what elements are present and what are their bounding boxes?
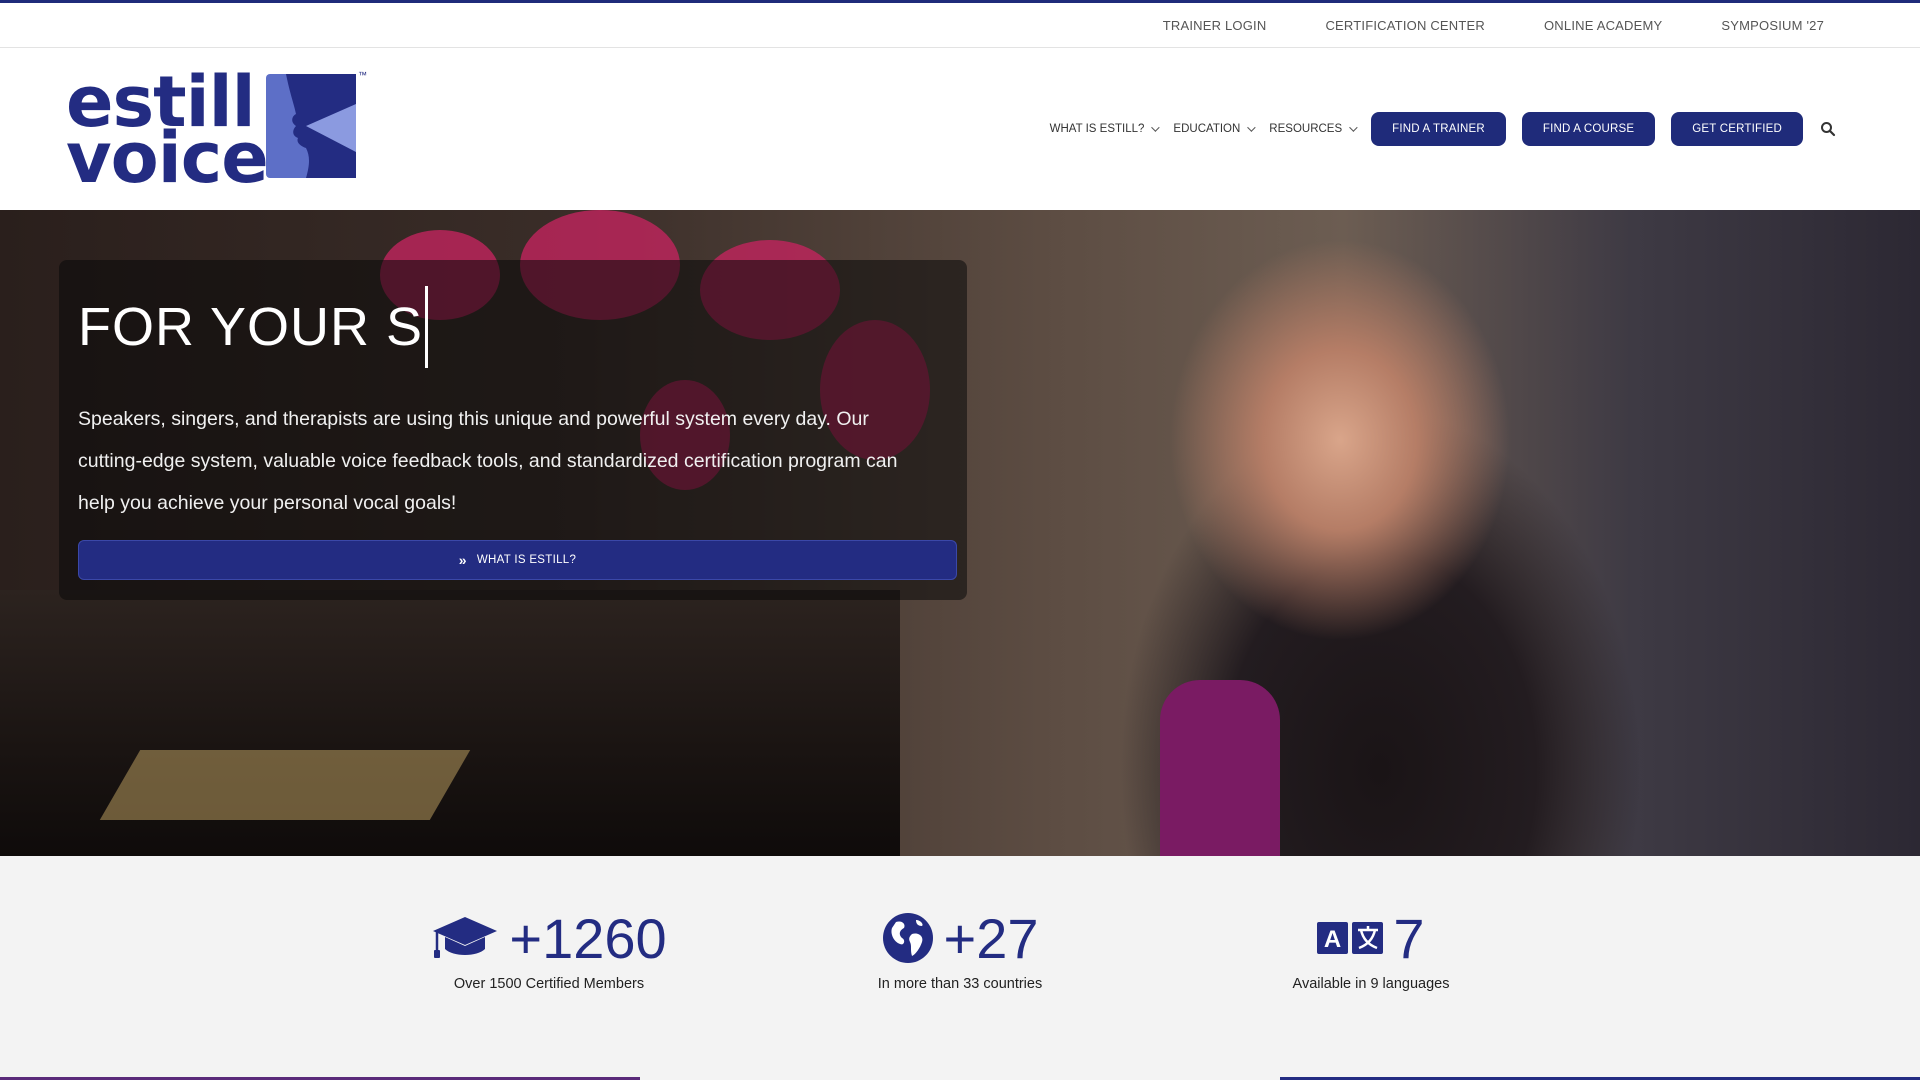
stat-number: 7: [1393, 906, 1425, 970]
site-header: estill voice ™ WHAT IS ESTILL? EDUCATION…: [0, 48, 1920, 210]
stat-label: Available in 9 languages: [1292, 976, 1450, 992]
typing-caret: [425, 286, 429, 368]
stat-label: Over 1500 Certified Members: [453, 976, 645, 992]
hero-title-text: FOR YOUR S: [78, 297, 424, 357]
symposium-link[interactable]: SYMPOSIUM '27: [1721, 18, 1824, 33]
stat-row: +27: [795, 906, 1125, 970]
utility-links: TRAINER LOGIN CERTIFICATION CENTER ONLIN…: [1163, 3, 1920, 48]
online-academy-link[interactable]: ONLINE ACADEMY: [1544, 18, 1662, 33]
stat-label: In more than 33 countries: [877, 976, 1043, 992]
hero-background-piano-interior: [99, 750, 471, 820]
stat-countries: +27 In more than 33 countries: [795, 906, 1125, 993]
stat-languages: A 7 Available in 9 languages: [1206, 906, 1536, 993]
svg-text:A: A: [1324, 926, 1341, 953]
hero-background-singer: [1160, 680, 1280, 856]
nav-what-is-estill[interactable]: WHAT IS ESTILL?: [1049, 123, 1161, 135]
estill-voice-logo[interactable]: estill voice ™: [66, 67, 367, 199]
find-a-course-button[interactable]: FIND A COURSE: [1521, 112, 1656, 146]
stat-row: +1260: [384, 906, 714, 970]
chevron-down-icon: [1247, 123, 1256, 132]
hero-title: FOR YOUR S: [78, 286, 429, 368]
logo-face-icon: [266, 74, 356, 178]
stat-row: A 7: [1206, 906, 1536, 970]
certification-center-link[interactable]: CERTIFICATION CENTER: [1325, 18, 1485, 33]
hero-section: FOR YOUR S Speakers, singers, and therap…: [0, 210, 1920, 856]
nav-resources-label: RESOURCES: [1269, 123, 1343, 135]
get-certified-button[interactable]: GET CERTIFIED: [1671, 112, 1803, 146]
what-is-estill-button[interactable]: » WHAT IS ESTILL?: [78, 540, 957, 580]
search-icon[interactable]: [1819, 120, 1837, 138]
stat-number: +27: [943, 906, 1039, 970]
globe-icon: [882, 913, 933, 963]
nav-resources[interactable]: RESOURCES: [1269, 123, 1358, 135]
language-icon: A: [1317, 922, 1384, 954]
graduation-cap-icon: [433, 917, 498, 958]
trademark-symbol: ™: [358, 70, 367, 80]
logo-line-2: voice: [66, 117, 269, 199]
hero-description: Speakers, singers, and therapists are us…: [78, 408, 898, 514]
find-a-trainer-button[interactable]: FIND A TRAINER: [1371, 112, 1506, 146]
double-chevron-right-icon: »: [458, 552, 467, 568]
main-navigation: WHAT IS ESTILL? EDUCATION RESOURCES FIND…: [1050, 48, 1920, 210]
logo-wordmark: estill voice: [66, 67, 269, 199]
chevron-down-icon: [1349, 123, 1358, 132]
what-is-estill-button-label: WHAT IS ESTILL?: [476, 554, 577, 566]
utility-bar: TRAINER LOGIN CERTIFICATION CENTER ONLIN…: [0, 0, 1920, 48]
stat-certified-members: +1260 Over 1500 Certified Members: [384, 906, 714, 992]
nav-education[interactable]: EDUCATION: [1173, 123, 1256, 135]
stats-section: +1260 Over 1500 Certified Members +27 In…: [0, 856, 1920, 1080]
hero-text-panel: FOR YOUR S Speakers, singers, and therap…: [59, 260, 967, 600]
trainer-login-link[interactable]: TRAINER LOGIN: [1163, 18, 1267, 33]
stat-number: +1260: [509, 906, 667, 970]
chevron-down-icon: [1151, 123, 1161, 132]
nav-education-label: EDUCATION: [1173, 123, 1241, 135]
nav-what-is-estill-label: WHAT IS ESTILL?: [1049, 123, 1145, 135]
